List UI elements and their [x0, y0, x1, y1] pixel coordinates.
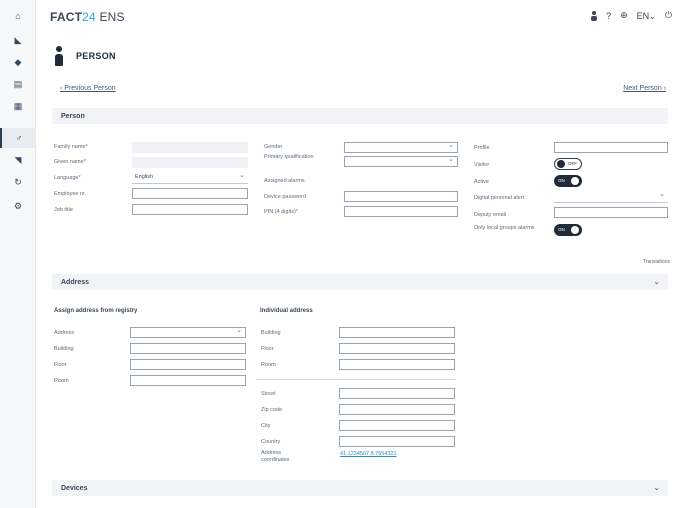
- registry-address-label: Address: [54, 330, 75, 336]
- job-title-field[interactable]: [132, 204, 248, 215]
- zip-code-label: Zip code: [261, 407, 283, 413]
- pin-label: PIN (4 digits)*: [264, 209, 298, 215]
- visitor-label: Visitor: [474, 162, 490, 168]
- individual-floor-field[interactable]: [339, 343, 455, 354]
- translations-link[interactable]: Translations: [643, 259, 670, 265]
- page-title: PERSON: [76, 51, 116, 61]
- side-navigation: ⌂ ◣ ◆ ▤ ▦ ♂ ◥ ↻ ⚙: [0, 0, 36, 508]
- country-label: Country: [261, 439, 281, 445]
- language-selector[interactable]: EN⌄: [637, 11, 656, 21]
- registry-floor-label: Floor: [54, 362, 67, 368]
- gender-label: Gender: [264, 144, 283, 150]
- rail-settings-icon[interactable]: ⚙: [0, 196, 36, 216]
- deputy-email-field[interactable]: [554, 207, 668, 218]
- city-field[interactable]: [339, 420, 455, 431]
- only-local-groups-label: Only local groups alarms: [474, 225, 535, 231]
- chevron-down-icon: ⌄: [653, 483, 660, 492]
- city-label: City: [261, 423, 271, 429]
- device-password-field[interactable]: [344, 191, 458, 202]
- registry-building-field[interactable]: [130, 343, 246, 354]
- family-name-label: Family name*: [54, 144, 88, 150]
- assigned-alarms-label: Assigned alarms: [264, 178, 305, 184]
- profile-field[interactable]: [554, 142, 668, 153]
- given-name-field[interactable]: [132, 157, 248, 168]
- rail-location-icon[interactable]: ◥: [0, 150, 36, 170]
- address-divider: [256, 379, 456, 380]
- registry-address-select[interactable]: [130, 326, 246, 338]
- address-coordinates-link[interactable]: 41.1234567 8.7654321: [340, 451, 397, 457]
- rail-persons-icon[interactable]: ♂: [0, 128, 36, 148]
- next-person-link[interactable]: Next Person ›: [623, 85, 666, 92]
- individual-room-label: Room: [261, 362, 276, 368]
- digital-personal-alert-select[interactable]: [554, 190, 668, 203]
- registry-room-field[interactable]: [130, 375, 246, 386]
- active-label: Active: [474, 179, 489, 185]
- digital-personal-alert-label: Digital personal alert: [474, 195, 525, 201]
- devices-section-header[interactable]: Devices ⌄: [52, 480, 668, 496]
- individual-room-field[interactable]: [339, 359, 455, 370]
- top-bar: FACT24 ENS ? ⊕ EN⌄ ⏻: [36, 0, 682, 34]
- globe-icon[interactable]: ⊕: [620, 10, 628, 21]
- rail-broadcast-icon[interactable]: ◆: [0, 52, 36, 72]
- help-icon[interactable]: ?: [606, 11, 611, 21]
- person-section-header[interactable]: Person: [52, 108, 668, 124]
- deputy-email-label: Deputy email: [474, 212, 507, 218]
- rail-alarm-icon[interactable]: ◣: [0, 30, 36, 50]
- street-field[interactable]: [339, 388, 455, 399]
- address-section-header[interactable]: Address ⌄: [52, 274, 668, 290]
- language-label: Language*: [54, 175, 81, 181]
- active-toggle[interactable]: ON: [554, 175, 582, 187]
- pin-field[interactable]: [344, 206, 458, 217]
- chevron-down-icon: ⌄: [649, 11, 656, 21]
- individual-floor-label: Floor: [261, 346, 274, 352]
- rail-home-icon[interactable]: ⌂: [0, 6, 36, 26]
- address-coordinates-label: Address coordinates: [261, 450, 290, 463]
- registry-room-label: Room: [54, 378, 69, 384]
- logout-icon[interactable]: ⏻: [665, 10, 672, 21]
- rail-list-icon[interactable]: ▦: [0, 96, 36, 116]
- device-password-label: Device password: [264, 194, 306, 200]
- rail-document-icon[interactable]: ▤: [0, 74, 36, 94]
- primary-qualification-label: Primary qualification: [264, 154, 314, 160]
- chevron-down-icon: ⌄: [653, 277, 660, 286]
- individual-building-field[interactable]: [339, 327, 455, 338]
- page-header: PERSON: [54, 46, 116, 66]
- registry-address-heading: Assign address from registry: [54, 308, 138, 314]
- only-local-groups-toggle[interactable]: ON: [554, 224, 582, 236]
- street-label: Street: [261, 391, 276, 397]
- employee-no-field[interactable]: [132, 188, 248, 199]
- registry-building-label: Building: [54, 346, 74, 352]
- given-name-label: Given name*: [54, 159, 86, 165]
- country-field[interactable]: [339, 436, 455, 447]
- individual-building-label: Building: [261, 330, 281, 336]
- profile-label: Profile: [474, 145, 490, 151]
- zip-code-field[interactable]: [339, 404, 455, 415]
- language-select[interactable]: English: [132, 171, 248, 184]
- user-icon[interactable]: [591, 10, 598, 21]
- primary-qualification-select[interactable]: [344, 155, 458, 167]
- app-logo[interactable]: FACT24 ENS: [50, 10, 125, 24]
- registry-floor-field[interactable]: [130, 359, 246, 370]
- top-right-actions: ? ⊕ EN⌄ ⏻: [591, 10, 672, 21]
- family-name-field[interactable]: [132, 142, 248, 153]
- individual-address-heading: Individual address: [260, 308, 313, 314]
- gender-select[interactable]: [344, 141, 458, 153]
- previous-person-link[interactable]: ‹ Previous Person: [60, 85, 116, 92]
- person-icon: [54, 46, 64, 66]
- job-title-label: Job title: [54, 207, 73, 213]
- visitor-toggle[interactable]: OFF: [554, 158, 582, 170]
- employee-no-label: Employee nr.: [54, 191, 87, 197]
- rail-sync-icon[interactable]: ↻: [0, 172, 36, 192]
